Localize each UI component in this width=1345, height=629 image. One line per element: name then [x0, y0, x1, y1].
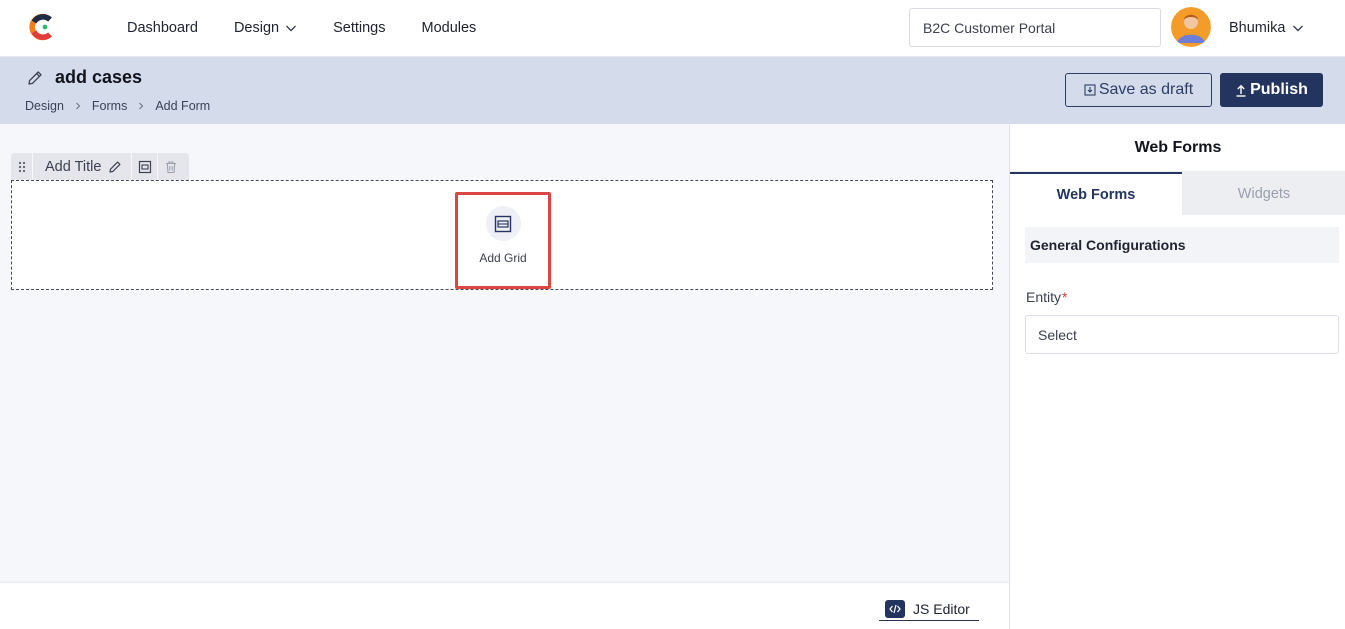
section-settings-button[interactable]: [131, 153, 157, 181]
breadcrumb: Design Forms Add Form: [25, 99, 210, 113]
breadcrumb-add-form: Add Form: [155, 99, 211, 113]
top-navbar: Dashboard Design Settings Modules B2C Cu…: [0, 0, 1345, 57]
portal-select[interactable]: B2C Customer Portal: [909, 8, 1161, 47]
main-nav: Dashboard Design Settings Modules: [127, 0, 512, 55]
tab-web-forms-label: Web Forms: [1056, 186, 1136, 203]
required-mark: *: [1062, 289, 1068, 305]
canvas-footer: JS Editor: [0, 582, 1009, 629]
upload-icon: [1236, 84, 1246, 97]
tab-web-forms[interactable]: Web Forms: [1010, 172, 1182, 215]
entity-label: Entity*: [1026, 289, 1067, 305]
save-as-draft-button[interactable]: Save as draft: [1065, 73, 1212, 107]
add-title-label: Add Title: [45, 159, 102, 175]
trash-icon: [165, 161, 176, 174]
save-draft-icon: [1084, 84, 1096, 96]
pencil-icon[interactable]: [26, 69, 44, 87]
form-section: Add Grid: [11, 180, 993, 290]
nav-modules-label: Modules: [421, 19, 477, 36]
add-grid-icon-wrap: [485, 206, 521, 241]
entity-select-value: Select: [1038, 326, 1077, 343]
general-configurations-header[interactable]: General Configurations: [1025, 227, 1339, 263]
panel-title: Web Forms: [1010, 124, 1345, 172]
entity-select[interactable]: Select: [1025, 315, 1339, 354]
pencil-icon: [109, 161, 121, 173]
user-name: Bhumika: [1229, 19, 1286, 36]
add-title-button[interactable]: Add Title: [45, 159, 122, 175]
nav-dashboard[interactable]: Dashboard: [127, 20, 198, 36]
user-menu[interactable]: Bhumika: [1229, 0, 1304, 55]
chevron-down-icon: [1293, 25, 1304, 31]
nav-settings[interactable]: Settings: [333, 20, 385, 36]
publish-button[interactable]: Publish: [1220, 73, 1323, 107]
layout-icon: [138, 160, 152, 174]
entity-label-text: Entity: [1026, 289, 1062, 305]
section-delete-button[interactable]: [157, 153, 183, 181]
section-toolbar: Add Title: [11, 153, 189, 181]
chevron-right-icon: [76, 102, 81, 110]
js-editor-label: JS Editor: [913, 600, 970, 617]
chevron-right-icon: [139, 102, 144, 110]
avatar[interactable]: [1171, 7, 1211, 47]
tab-widgets-label: Widgets: [1237, 185, 1291, 202]
chevron-down-icon: [286, 25, 297, 31]
add-grid-button[interactable]: Add Grid: [455, 192, 551, 289]
properties-panel: Web Forms Web Forms Widgets General Conf…: [1009, 124, 1345, 629]
nav-modules[interactable]: Modules: [421, 20, 476, 36]
portal-select-value: B2C Customer Portal: [923, 19, 1056, 36]
app-logo[interactable]: [28, 12, 58, 42]
js-editor-button[interactable]: JS Editor: [879, 597, 979, 621]
grid-icon: [494, 215, 512, 232]
save-as-draft-label: Save as draft: [1098, 81, 1194, 98]
page-header: add cases Design Forms Add Form Save as …: [0, 57, 1345, 124]
breadcrumb-design[interactable]: Design: [25, 99, 64, 113]
form-canvas: Add Title Add Grid: [0, 124, 1009, 582]
breadcrumb-forms[interactable]: Forms: [92, 99, 127, 113]
nav-design-label: Design: [233, 19, 280, 36]
nav-settings-label: Settings: [333, 19, 386, 36]
nav-dashboard-label: Dashboard: [127, 19, 198, 36]
drag-handle-icon: [18, 161, 25, 173]
page-title-text: add cases: [55, 67, 143, 87]
drag-handle[interactable]: [11, 153, 33, 181]
general-configurations-label: General Configurations: [1030, 237, 1186, 253]
publish-label: Publish: [1250, 81, 1308, 98]
nav-design[interactable]: Design: [234, 20, 297, 36]
tab-widgets[interactable]: Widgets: [1182, 172, 1345, 215]
page-title: add cases: [26, 67, 142, 88]
code-icon: [885, 599, 905, 618]
add-grid-label: Add Grid: [479, 251, 527, 265]
